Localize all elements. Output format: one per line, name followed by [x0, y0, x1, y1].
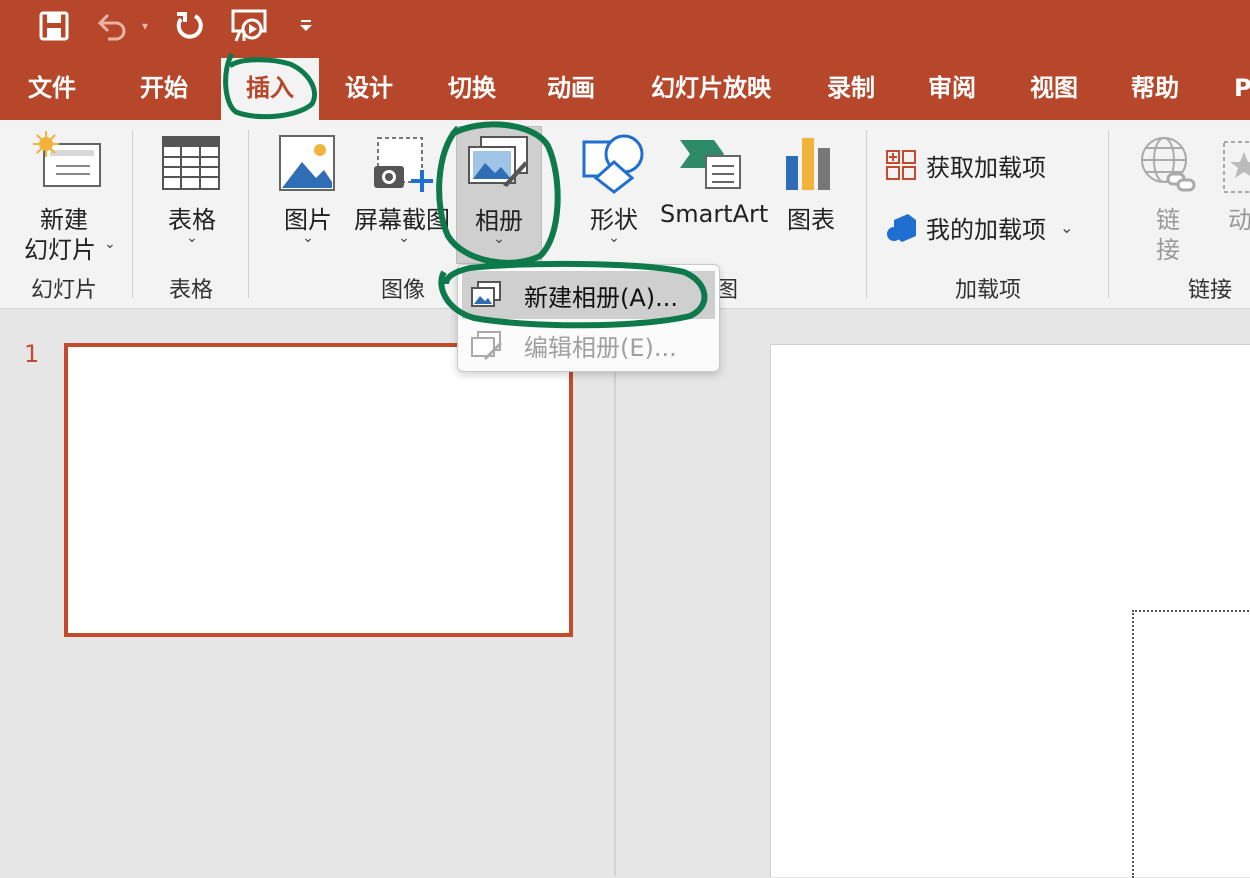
chevron-down-icon: ⌄ — [186, 230, 198, 246]
tab-view[interactable]: 视图 — [1030, 58, 1078, 120]
tab-file[interactable]: 文件 — [28, 58, 76, 120]
tab-review[interactable]: 审阅 — [928, 58, 976, 120]
screenshot-icon — [374, 137, 433, 192]
photo-album-icon — [468, 136, 528, 187]
chevron-down-icon: ⌄ — [302, 230, 314, 246]
pictures-button[interactable]: 图片 ⌄ — [268, 130, 348, 266]
link-label-line2: 接 — [1156, 236, 1180, 264]
smartart-label: SmartArt — [660, 200, 769, 228]
undo-dropdown-icon[interactable]: ▾ — [136, 8, 154, 44]
slideshow-icon[interactable] — [228, 8, 272, 44]
menu-item-label: 新建相册(A)... — [524, 283, 679, 312]
shapes-icon — [582, 134, 644, 194]
tab-record[interactable]: 录制 — [827, 58, 875, 120]
group-label-tables: 表格 — [168, 278, 213, 303]
table-icon — [162, 136, 220, 190]
tab-more[interactable]: P — [1234, 58, 1250, 120]
link-globe-icon — [1141, 137, 1196, 192]
new-slide-label-line2: 幻灯片 — [24, 236, 96, 264]
group-divider — [248, 130, 249, 298]
save-icon[interactable] — [36, 8, 72, 44]
new-slide-icon — [33, 131, 101, 187]
chart-button[interactable]: 图表 — [772, 130, 850, 266]
tab-insert[interactable]: 插入 — [221, 58, 319, 120]
slide-thumbnail[interactable] — [64, 343, 573, 637]
chevron-down-icon: ⌄ — [493, 231, 505, 247]
tab-design[interactable]: 设计 — [345, 58, 393, 120]
group-label-slides: 幻灯片 — [30, 278, 97, 303]
smartart-icon — [680, 140, 741, 189]
placeholder-box[interactable] — [1132, 610, 1250, 878]
addins-cube-icon — [887, 214, 916, 242]
screenshot-button[interactable]: 屏幕截图 ⌄ — [352, 130, 452, 266]
shapes-button[interactable]: 形状 ⌄ — [574, 130, 654, 266]
photo-album-small-icon — [471, 281, 501, 307]
action-button: 动 — [1214, 130, 1250, 266]
action-star-icon — [1223, 141, 1250, 193]
tab-animations[interactable]: 动画 — [547, 58, 595, 120]
chart-label: 图表 — [787, 206, 835, 234]
chevron-down-icon: ⌄ — [1060, 217, 1074, 237]
group-divider — [866, 130, 867, 298]
group-divider — [1108, 130, 1109, 298]
tab-home[interactable]: 开始 — [140, 58, 188, 120]
get-addins-label: 获取加载项 — [926, 153, 1046, 182]
edit-album-icon — [471, 331, 502, 360]
chart-icon — [786, 138, 830, 190]
get-addins-button[interactable]: 获取加载项 — [884, 144, 1064, 186]
tab-slideshow[interactable]: 幻灯片放映 — [651, 58, 771, 120]
my-addins-label: 我的加载项 — [926, 215, 1046, 244]
menu-item-label: 编辑相册(E)... — [524, 333, 677, 362]
chevron-down-icon: ⌄ — [104, 236, 116, 252]
smartart-button[interactable]: SmartArt — [660, 130, 769, 266]
group-label-links: 链接 — [1187, 278, 1232, 303]
tab-transitions[interactable]: 切换 — [448, 58, 496, 120]
chevron-down-icon: ⌄ — [608, 230, 620, 246]
tab-help[interactable]: 帮助 — [1131, 58, 1179, 120]
group-divider — [132, 130, 133, 298]
menu-item-edit-photo-album: 编辑相册(E)... — [462, 321, 715, 369]
customize-dropdown-icon[interactable] — [292, 8, 320, 44]
menu-item-new-photo-album[interactable]: 新建相册(A)... — [462, 271, 715, 319]
action-label: 动 — [1228, 206, 1250, 234]
table-button[interactable]: 表格 ⌄ — [148, 130, 238, 266]
redo-icon[interactable] — [170, 8, 208, 44]
new-slide-button[interactable]: 新建 幻灯片 ⌄ — [10, 130, 120, 266]
undo-icon[interactable] — [94, 8, 130, 44]
photo-album-button[interactable]: 相册 ⌄ — [456, 126, 542, 264]
chevron-down-icon: ⌄ — [398, 230, 410, 246]
picture-icon — [279, 135, 335, 191]
photo-album-dropdown-menu: 新建相册(A)... 编辑相册(E)... — [457, 264, 720, 372]
store-icon — [886, 150, 916, 180]
slide-number: 1 — [24, 340, 40, 368]
my-addins-button[interactable]: 我的加载项 ⌄ — [884, 206, 1094, 248]
group-label-addins: 加载项 — [954, 278, 1021, 303]
link-button: 链 接 — [1130, 130, 1206, 266]
